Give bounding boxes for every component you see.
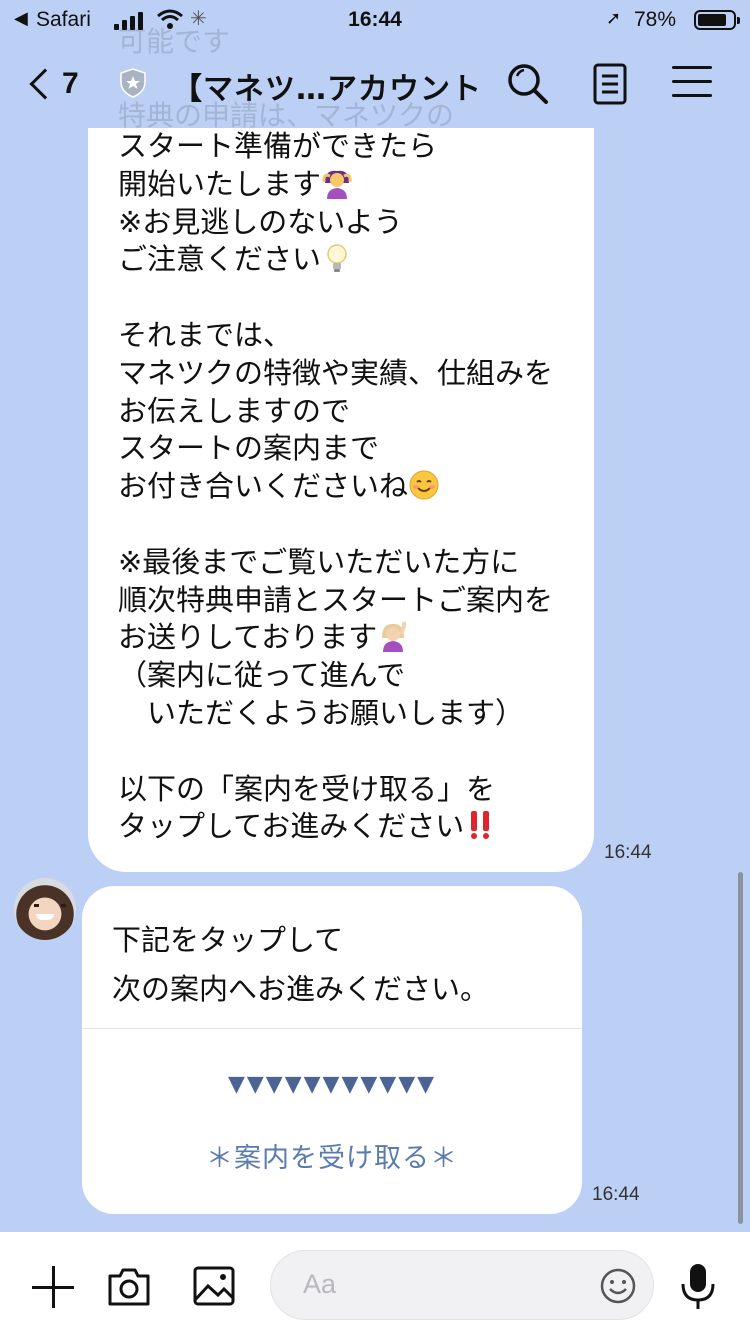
message-line: ※お見逃しのないよう bbox=[118, 204, 403, 239]
plus-icon[interactable] bbox=[32, 1266, 74, 1308]
message-line: ※最後までご覧いただいた方に bbox=[118, 544, 520, 579]
message-line: いただくようお願いします） bbox=[118, 695, 525, 730]
chat-title[interactable]: 【マネツ…アカウント bbox=[172, 64, 482, 108]
double-exclamation-emoji-icon bbox=[464, 809, 496, 841]
person-gesturing-ok-emoji-icon bbox=[321, 167, 353, 199]
scrollbar[interactable] bbox=[738, 872, 743, 1224]
search-icon[interactable] bbox=[506, 62, 550, 106]
camera-icon[interactable] bbox=[106, 1264, 152, 1308]
message-line: 順次特典申請とスタートご案内を bbox=[118, 582, 554, 617]
mic-icon[interactable] bbox=[678, 1262, 718, 1312]
back-button[interactable]: 7 bbox=[26, 62, 86, 106]
shield-icon bbox=[120, 68, 146, 98]
card-text: 下記をタップして 次の案内へお進みください。 bbox=[112, 916, 489, 1014]
image-icon[interactable] bbox=[192, 1264, 236, 1308]
action-card: 下記をタップして 次の案内へお進みください。 ▼▼▼▼▼▼▼▼▼▼▼ ＊案内を受… bbox=[82, 886, 582, 1214]
unread-count: 7 bbox=[62, 67, 79, 100]
message-timestamp: 16:44 bbox=[604, 842, 652, 863]
emoji-icon[interactable] bbox=[599, 1267, 637, 1305]
person-tipping-hand-emoji-icon bbox=[377, 620, 409, 653]
back-chevron-icon bbox=[29, 68, 61, 100]
sender-avatar[interactable] bbox=[14, 878, 76, 940]
battery-icon bbox=[694, 10, 740, 30]
message-line: 開始いたします bbox=[118, 166, 322, 201]
message-line: タップしてお進みください bbox=[118, 809, 465, 844]
message-line: スタートの案内まで bbox=[118, 431, 380, 466]
card-timestamp: 16:44 bbox=[592, 1184, 640, 1205]
message-line: ご注意ください bbox=[118, 242, 322, 277]
message-input[interactable]: Aa bbox=[270, 1250, 654, 1320]
message-line: お付き合いくださいね bbox=[118, 469, 409, 504]
message-line: スタート準備ができたら bbox=[118, 129, 438, 163]
message-line: （案内に従って進んで bbox=[118, 658, 406, 693]
message-line: お送りしております bbox=[118, 620, 378, 655]
light-bulb-emoji-icon bbox=[321, 242, 353, 274]
notes-icon[interactable] bbox=[590, 62, 630, 106]
card-text-line: 次の案内へお進みください。 bbox=[112, 972, 490, 1006]
message-line: それまでは、 bbox=[118, 317, 293, 352]
receive-guide-link[interactable]: ＊案内を受け取る＊ bbox=[82, 1136, 582, 1175]
input-bar: Aa bbox=[0, 1232, 750, 1334]
card-text-line: 下記をタップして bbox=[112, 923, 344, 957]
chat-header: 7 【マネツ…アカウント bbox=[0, 40, 750, 128]
message-line: マネツクの特徴や実績、仕組みを bbox=[118, 355, 554, 390]
arrows-decoration: ▼▼▼▼▼▼▼▼▼▼▼ bbox=[227, 1072, 437, 1097]
message-text: スタート準備ができたら 開始いたします ※お見逃しのないよう ご注意ください そ… bbox=[118, 128, 588, 846]
menu-icon[interactable] bbox=[672, 66, 712, 102]
message-input-placeholder: Aa bbox=[303, 1269, 337, 1299]
message-line: 以下の「案内を受け取る」を bbox=[118, 771, 496, 806]
status-bar: ◀ Safari ✳ 16:44 ➚ 78% bbox=[0, 0, 750, 40]
battery-percent: 78% bbox=[634, 8, 677, 31]
smiling-face-emoji-icon bbox=[408, 469, 440, 501]
card-divider bbox=[82, 1028, 582, 1029]
message-line: お伝えしますので bbox=[118, 393, 351, 428]
location-icon: ➚ bbox=[606, 8, 622, 28]
